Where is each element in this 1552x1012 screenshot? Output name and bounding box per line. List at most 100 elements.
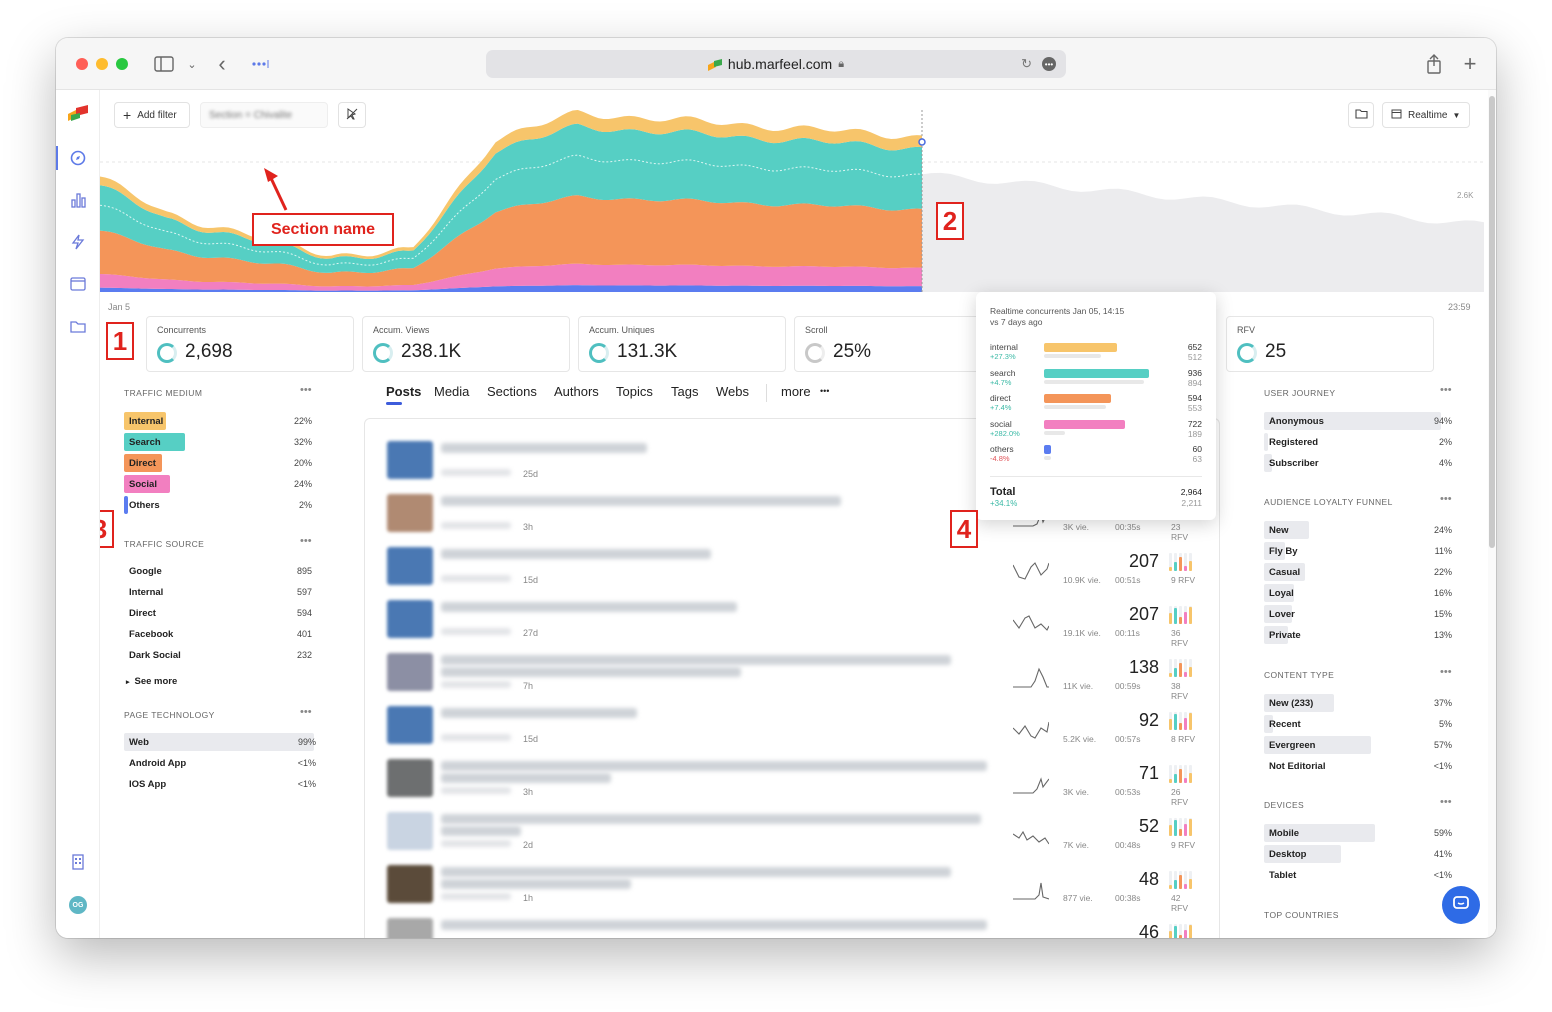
tab-posts[interactable]: Posts <box>386 384 421 399</box>
content-type-row[interactable]: Not Editorial <1% <box>1264 757 1452 775</box>
scrollbar-track[interactable] <box>1488 90 1496 938</box>
app-sidebar: OG <box>56 90 100 938</box>
loyalty-funnel-row[interactable]: Lover 15% <box>1264 605 1452 623</box>
user-journey-menu-icon[interactable]: ••• <box>1440 384 1452 396</box>
page-technology-row[interactable]: Web 99% <box>124 733 316 751</box>
traffic-medium-menu-icon[interactable]: ••• <box>300 384 312 396</box>
maximize-window-button[interactable] <box>116 58 128 70</box>
post-thumbnail[interactable] <box>387 494 433 532</box>
post-thumbnail[interactable] <box>387 918 433 938</box>
page-technology-menu-icon[interactable]: ••• <box>300 706 312 718</box>
devices-row[interactable]: Mobile 59% <box>1264 824 1452 842</box>
traffic-source-row[interactable]: Google 895 <box>124 562 312 580</box>
chart-cursor-marker[interactable] <box>918 138 926 146</box>
realtime-traffic-chart[interactable] <box>100 110 1484 300</box>
back-icon[interactable]: ‹ <box>210 51 234 76</box>
content-type-row[interactable]: Evergreen 57% <box>1264 736 1452 754</box>
chevron-down-icon[interactable]: ⌄ <box>180 52 204 76</box>
loyalty-funnel-row[interactable]: New 24% <box>1264 521 1452 539</box>
tab-group-icon[interactable] <box>248 52 272 76</box>
post-row[interactable]: 3h 3K vie. 71 00:53s 26 RFV <box>387 759 1197 807</box>
close-window-button[interactable] <box>76 58 88 70</box>
traffic-source-row[interactable]: Facebook 401 <box>124 625 312 643</box>
kpi-concurrents[interactable]: Concurrents 2,698 <box>146 316 354 372</box>
post-row[interactable]: 27d 19.1K vie. 207 00:11s 36 RFV <box>387 600 1197 648</box>
user-avatar[interactable]: OG <box>69 896 87 914</box>
reload-icon[interactable]: ↻ <box>1021 56 1032 72</box>
post-views: 10.9K vie. <box>1063 575 1101 585</box>
more-menu-icon[interactable]: ••• <box>820 386 829 396</box>
traffic-source-row[interactable]: Direct 594 <box>124 604 312 622</box>
devices-menu-icon[interactable]: ••• <box>1440 796 1452 808</box>
traffic-medium-row[interactable]: Social 24% <box>124 475 312 493</box>
row-value: 2% <box>1438 437 1452 447</box>
sidebar-toggle-icon[interactable] <box>152 52 176 76</box>
user-journey-row[interactable]: Subscriber 4% <box>1264 454 1452 472</box>
loyalty-funnel-row[interactable]: Fly By 11% <box>1264 542 1452 560</box>
content-type-row[interactable]: New (233) 37% <box>1264 694 1452 712</box>
building-icon[interactable] <box>68 852 88 872</box>
post-title-redacted <box>441 826 521 836</box>
devices-row[interactable]: Desktop 41% <box>1264 845 1452 863</box>
tab-sections[interactable]: Sections <box>487 384 537 399</box>
post-thumbnail[interactable] <box>387 547 433 585</box>
post-row[interactable]: 1h 877 vie. 48 00:38s 42 RFV <box>387 865 1197 913</box>
tab-authors[interactable]: Authors <box>554 384 599 399</box>
post-row[interactable]: 15d 5.2K vie. 92 00:57s 8 RFV <box>387 706 1197 754</box>
tab-more[interactable]: more <box>781 384 811 399</box>
post-row[interactable]: 7h 11K vie. 138 00:59s 38 RFV <box>387 653 1197 701</box>
kpi-accum-views[interactable]: Accum. Views 238.1K <box>362 316 570 372</box>
address-bar[interactable]: hub.marfeel.com 🔒︎ ↻ ••• <box>486 50 1066 78</box>
page-technology-row[interactable]: IOS App <1% <box>124 775 316 793</box>
traffic-source-menu-icon[interactable]: ••• <box>300 535 312 547</box>
traffic-medium-row[interactable]: Search 32% <box>124 433 312 451</box>
folder-icon[interactable] <box>68 316 88 336</box>
tab-tags[interactable]: Tags <box>671 384 698 399</box>
content-type-title: CONTENT TYPE <box>1264 670 1335 680</box>
more-icon[interactable]: ••• <box>1042 57 1056 71</box>
page-technology-row[interactable]: Android App <1% <box>124 754 316 772</box>
kpi-scroll[interactable]: Scroll 25% <box>794 316 1002 372</box>
code-window-icon[interactable] <box>68 274 88 294</box>
traffic-medium-row[interactable]: Others 2% <box>124 496 312 514</box>
loyalty-funnel-menu-icon[interactable]: ••• <box>1440 493 1452 505</box>
loyalty-funnel-row[interactable]: Loyal 16% <box>1264 584 1452 602</box>
minimize-window-button[interactable] <box>96 58 108 70</box>
see-more-link[interactable]: ▸ See more <box>126 676 177 687</box>
new-tab-icon[interactable]: + <box>1458 51 1482 76</box>
loyalty-funnel-row[interactable]: Casual 22% <box>1264 563 1452 581</box>
user-journey-row[interactable]: Registered 2% <box>1264 433 1452 451</box>
tab-media[interactable]: Media <box>434 384 469 399</box>
loyalty-funnel-row[interactable]: Private 13% <box>1264 626 1452 644</box>
compass-icon[interactable] <box>68 148 88 168</box>
marfeel-logo-icon[interactable] <box>68 104 88 124</box>
post-thumbnail[interactable] <box>387 759 433 797</box>
post-thumbnail[interactable] <box>387 812 433 850</box>
post-thumbnail[interactable] <box>387 865 433 903</box>
kpi-rfv[interactable]: RFV 25 <box>1226 316 1434 372</box>
post-thumbnail[interactable] <box>387 600 433 638</box>
scrollbar-thumb[interactable] <box>1489 96 1495 548</box>
post-thumbnail[interactable] <box>387 441 433 479</box>
post-row[interactable]: 46 <box>387 918 1197 938</box>
chat-support-button[interactable] <box>1442 886 1480 924</box>
post-concurrents: 207 <box>1128 551 1159 571</box>
traffic-medium-row[interactable]: Direct 20% <box>124 454 312 472</box>
post-row[interactable]: 2d 7K vie. 52 00:48s 9 RFV <box>387 812 1197 860</box>
post-thumbnail[interactable] <box>387 653 433 691</box>
content-type-menu-icon[interactable]: ••• <box>1440 666 1452 678</box>
traffic-source-row[interactable]: Internal 597 <box>124 583 312 601</box>
kpi-accum-uniques[interactable]: Accum. Uniques 131.3K <box>578 316 786 372</box>
tab-webs[interactable]: Webs <box>716 384 749 399</box>
traffic-source-row[interactable]: Dark Social 232 <box>124 646 312 664</box>
user-journey-row[interactable]: Anonymous 94% <box>1264 412 1452 430</box>
devices-row[interactable]: Tablet <1% <box>1264 866 1452 884</box>
content-type-row[interactable]: Recent 5% <box>1264 715 1452 733</box>
traffic-medium-row[interactable]: Internal 22% <box>124 412 312 430</box>
share-icon[interactable] <box>1422 52 1446 76</box>
post-row[interactable]: 15d 10.9K vie. 207 00:51s 9 RFV <box>387 547 1197 595</box>
bar-chart-icon[interactable] <box>68 190 88 210</box>
lightning-icon[interactable] <box>68 232 88 252</box>
tab-topics[interactable]: Topics <box>616 384 653 399</box>
post-thumbnail[interactable] <box>387 706 433 744</box>
